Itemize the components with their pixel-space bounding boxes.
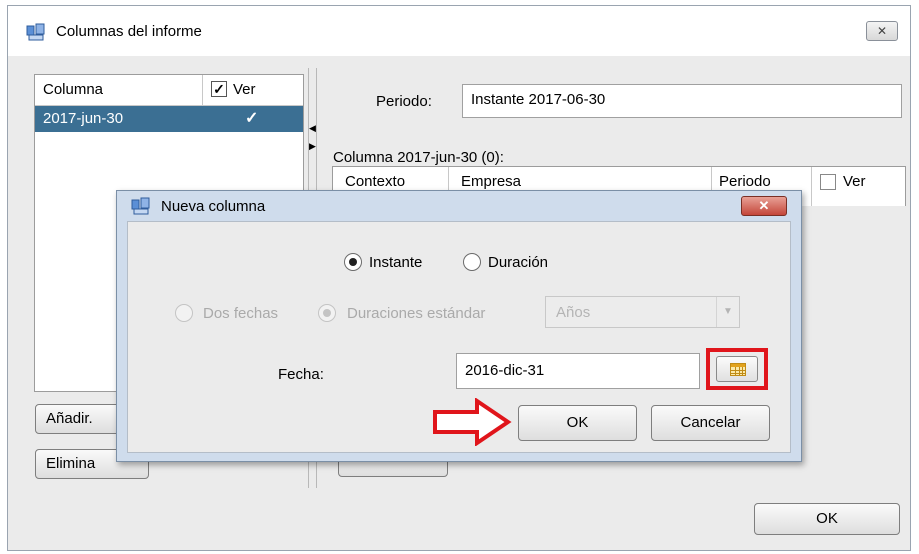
header-divider — [811, 167, 812, 206]
ver-check-icon[interactable]: ✓ — [245, 108, 258, 128]
calendar-button[interactable] — [716, 356, 758, 382]
dialog-title: Nueva columna — [161, 198, 266, 215]
calendar-icon — [730, 363, 746, 376]
instante-label: Instante — [369, 254, 423, 271]
duracion-select-value: Años — [556, 304, 591, 321]
window-close-button[interactable]: ✕ — [866, 21, 898, 41]
dialog-ok-button[interactable]: OK — [518, 405, 637, 441]
chevron-down-icon: ▼ — [716, 297, 739, 327]
fecha-field[interactable]: 2016-dic-31 — [456, 353, 700, 389]
company-header: Empresa — [461, 173, 522, 190]
periodo-label: Periodo: — [376, 93, 432, 110]
collapse-left-icon[interactable]: ◀ — [309, 123, 316, 134]
column-divider — [202, 75, 203, 105]
column-list-header: Columna ✓ Ver — [35, 75, 303, 106]
calendar-button-highlight[interactable] — [706, 348, 768, 390]
duracion-label: Duración — [488, 254, 549, 271]
ver-detail-checkbox[interactable] — [820, 174, 836, 190]
dialog-close-button[interactable]: ✕ — [741, 196, 787, 216]
report-columns-icon — [26, 23, 45, 41]
columna-detail-title: Columna 2017-jun-30 (0): — [333, 149, 504, 166]
periodo-field[interactable]: Instante 2017-06-30 — [462, 84, 902, 118]
list-item[interactable]: 2017-jun-30 ✓ — [35, 106, 303, 132]
dialog-title-bar: Nueva columna ✕ — [117, 191, 801, 221]
ver-detail-header: Ver — [843, 173, 866, 190]
duracion-radio[interactable] — [463, 253, 481, 271]
ver-all-checkbox[interactable]: ✓ — [211, 81, 227, 97]
ver-header-label: Ver — [233, 81, 256, 98]
instante-radio[interactable] — [344, 253, 362, 271]
context-header: Contexto — [345, 173, 406, 190]
window-title-bar: Columnas del informe ✕ — [8, 6, 910, 56]
column-header-label: Columna — [43, 81, 104, 98]
duraciones-radio[interactable] — [318, 304, 336, 322]
dialog-app-icon — [131, 197, 150, 215]
fecha-label: Fecha: — [278, 366, 324, 383]
ok-button[interactable]: OK — [754, 503, 900, 535]
red-arrow-annotation — [433, 398, 512, 446]
dialog-cancel-button[interactable]: Cancelar — [651, 405, 770, 441]
dos-fechas-radio[interactable] — [175, 304, 193, 322]
window-title: Columnas del informe — [56, 23, 202, 40]
duraciones-label: Duraciones estándar — [347, 305, 486, 322]
close-icon: ✕ — [876, 24, 888, 38]
period-header: Periodo — [719, 173, 771, 190]
dos-fechas-label: Dos fechas — [203, 305, 279, 322]
collapse-right-icon[interactable]: ▶ — [309, 141, 316, 152]
column-name: 2017-jun-30 — [43, 110, 124, 127]
duracion-select[interactable]: Años ▼ — [545, 296, 740, 328]
